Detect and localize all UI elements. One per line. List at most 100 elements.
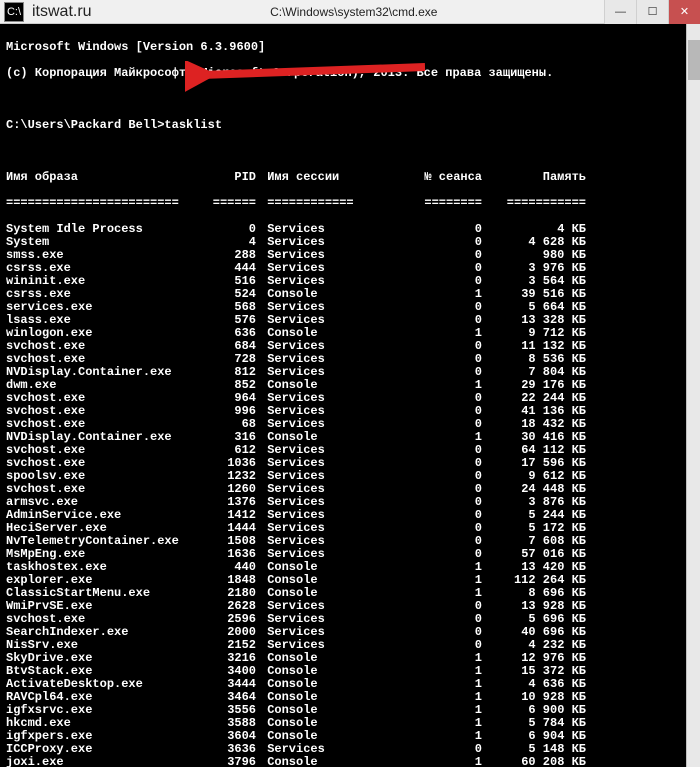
table-row: igfxsrvc.exe3556 Console16 900 КБ bbox=[6, 704, 692, 717]
proc-name: igfxsrvc.exe bbox=[6, 704, 206, 717]
table-row: lsass.exe576 Services013 328 КБ bbox=[6, 314, 692, 327]
table-row: NisSrv.exe2152 Services04 232 КБ bbox=[6, 639, 692, 652]
proc-sid: 0 bbox=[366, 314, 486, 327]
col-header-memory: Память bbox=[486, 171, 586, 184]
proc-sid: 0 bbox=[366, 236, 486, 249]
proc-sid: 1 bbox=[366, 730, 486, 743]
window-titlebar: C:\ itswat.ru C:\Windows\system32\cmd.ex… bbox=[0, 0, 700, 24]
proc-sid: 0 bbox=[366, 249, 486, 262]
proc-sid: 0 bbox=[366, 535, 486, 548]
table-row: hkcmd.exe3588 Console15 784 КБ bbox=[6, 717, 692, 730]
proc-name: svchost.exe bbox=[6, 613, 206, 626]
blank-line bbox=[6, 145, 692, 158]
proc-sid: 1 bbox=[366, 288, 486, 301]
proc-name: wininit.exe bbox=[6, 275, 206, 288]
proc-sid: 0 bbox=[366, 418, 486, 431]
col-header-pid: PID bbox=[206, 171, 260, 184]
proc-sid: 1 bbox=[366, 756, 486, 767]
proc-session: Console bbox=[260, 756, 366, 767]
table-row: csrss.exe444 Services03 976 КБ bbox=[6, 262, 692, 275]
proc-sid: 0 bbox=[366, 457, 486, 470]
col-header-sessionid: № сеанса bbox=[366, 171, 486, 184]
proc-sid: 0 bbox=[366, 483, 486, 496]
proc-sid: 0 bbox=[366, 496, 486, 509]
table-row: ActivateDesktop.exe3444 Console14 636 КБ bbox=[6, 678, 692, 691]
proc-name: NVDisplay.Container.exe bbox=[6, 366, 206, 379]
proc-name: System bbox=[6, 236, 206, 249]
table-separator: ======================== ====== ========… bbox=[6, 197, 692, 210]
proc-sid: 1 bbox=[366, 652, 486, 665]
proc-name: csrss.exe bbox=[6, 288, 206, 301]
table-row: csrss.exe524 Console139 516 КБ bbox=[6, 288, 692, 301]
table-row: igfxpers.exe3604 Console16 904 КБ bbox=[6, 730, 692, 743]
table-row: services.exe568 Services05 664 КБ bbox=[6, 301, 692, 314]
proc-name: taskhostex.exe bbox=[6, 561, 206, 574]
proc-name: dwm.exe bbox=[6, 379, 206, 392]
table-row: BtvStack.exe3400 Console115 372 КБ bbox=[6, 665, 692, 678]
terminal-output[interactable]: Microsoft Windows [Version 6.3.9600] (c)… bbox=[0, 24, 700, 767]
proc-name: ActivateDesktop.exe bbox=[6, 678, 206, 691]
proc-sid: 0 bbox=[366, 392, 486, 405]
proc-name: smss.exe bbox=[6, 249, 206, 262]
table-row: AdminService.exe1412 Services05 244 КБ bbox=[6, 509, 692, 522]
window-title: C:\Windows\system32\cmd.exe bbox=[104, 5, 604, 19]
table-row: System4 Services04 628 КБ bbox=[6, 236, 692, 249]
table-row: svchost.exe68 Services018 432 КБ bbox=[6, 418, 692, 431]
col-header-session: Имя сессии bbox=[260, 171, 366, 184]
proc-sid: 0 bbox=[366, 340, 486, 353]
table-row: svchost.exe728 Services08 536 КБ bbox=[6, 353, 692, 366]
proc-name: SkyDrive.exe bbox=[6, 652, 206, 665]
proc-name: joxi.exe bbox=[6, 756, 206, 767]
proc-sid: 0 bbox=[366, 301, 486, 314]
proc-sid: 0 bbox=[366, 444, 486, 457]
table-row: WmiPrvSE.exe2628 Services013 928 КБ bbox=[6, 600, 692, 613]
proc-name: svchost.exe bbox=[6, 418, 206, 431]
proc-sid: 0 bbox=[366, 275, 486, 288]
proc-name: armsvc.exe bbox=[6, 496, 206, 509]
proc-sid: 1 bbox=[366, 561, 486, 574]
proc-name: svchost.exe bbox=[6, 392, 206, 405]
minimize-button[interactable]: — bbox=[604, 0, 636, 24]
table-row: svchost.exe996 Services041 136 КБ bbox=[6, 405, 692, 418]
proc-sid: 0 bbox=[366, 522, 486, 535]
proc-sid: 0 bbox=[366, 613, 486, 626]
maximize-button[interactable]: ☐ bbox=[636, 0, 668, 24]
table-row: svchost.exe1260 Services024 448 КБ bbox=[6, 483, 692, 496]
proc-sid: 1 bbox=[366, 379, 486, 392]
proc-sid: 0 bbox=[366, 262, 486, 275]
table-row: NvTelemetryContainer.exe1508 Services07 … bbox=[6, 535, 692, 548]
proc-name: spoolsv.exe bbox=[6, 470, 206, 483]
table-row: armsvc.exe1376 Services03 876 КБ bbox=[6, 496, 692, 509]
table-row: smss.exe288 Services0980 КБ bbox=[6, 249, 692, 262]
scrollbar-thumb[interactable] bbox=[688, 40, 700, 80]
proc-name: csrss.exe bbox=[6, 262, 206, 275]
table-row: joxi.exe3796 Console160 208 КБ bbox=[6, 756, 692, 767]
proc-name: svchost.exe bbox=[6, 457, 206, 470]
blank-line bbox=[6, 93, 692, 106]
table-row: svchost.exe684 Services011 132 КБ bbox=[6, 340, 692, 353]
table-row: SearchIndexer.exe2000 Services040 696 КБ bbox=[6, 626, 692, 639]
table-row: HeciServer.exe1444 Services05 172 КБ bbox=[6, 522, 692, 535]
proc-name: System Idle Process bbox=[6, 223, 206, 236]
col-header-image: Имя образа bbox=[6, 171, 206, 184]
table-row: NVDisplay.Container.exe812 Services07 80… bbox=[6, 366, 692, 379]
proc-name: NVDisplay.Container.exe bbox=[6, 431, 206, 444]
proc-name: services.exe bbox=[6, 301, 206, 314]
proc-name: AdminService.exe bbox=[6, 509, 206, 522]
proc-name: svchost.exe bbox=[6, 353, 206, 366]
proc-sid: 0 bbox=[366, 223, 486, 236]
table-row: ICCProxy.exe3636 Services05 148 КБ bbox=[6, 743, 692, 756]
table-row: wininit.exe516 Services03 564 КБ bbox=[6, 275, 692, 288]
proc-sid: 0 bbox=[366, 600, 486, 613]
close-button[interactable]: ✕ bbox=[668, 0, 700, 24]
table-row: svchost.exe964 Services022 244 КБ bbox=[6, 392, 692, 405]
proc-name: winlogon.exe bbox=[6, 327, 206, 340]
table-row: svchost.exe2596 Services05 696 КБ bbox=[6, 613, 692, 626]
proc-name: WmiPrvSE.exe bbox=[6, 600, 206, 613]
table-row: SkyDrive.exe3216 Console112 976 КБ bbox=[6, 652, 692, 665]
table-row: winlogon.exe636 Console19 712 КБ bbox=[6, 327, 692, 340]
proc-name: explorer.exe bbox=[6, 574, 206, 587]
proc-sid: 0 bbox=[366, 548, 486, 561]
proc-name: MsMpEng.exe bbox=[6, 548, 206, 561]
vertical-scrollbar[interactable] bbox=[686, 24, 700, 767]
